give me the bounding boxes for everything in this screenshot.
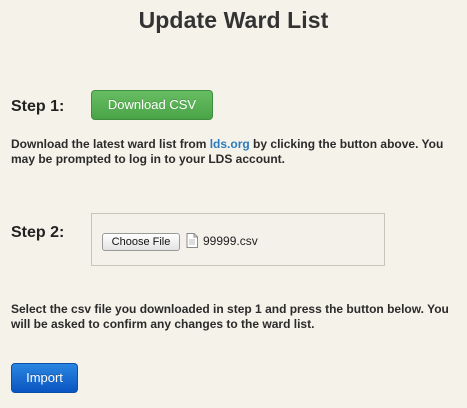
step1-text-before-link: Download the latest ward list from (11, 137, 210, 151)
step1-instructions: Download the latest ward list from lds.o… (11, 137, 461, 167)
download-csv-button[interactable]: Download CSV (91, 90, 213, 120)
step2-label: Step 2: (11, 224, 65, 241)
step1-label: Step 1: (11, 98, 65, 115)
import-instructions: Select the csv file you downloaded in st… (11, 302, 449, 331)
page-title: Update Ward List (138, 7, 329, 33)
selected-file-name: 99999.csv (203, 234, 258, 248)
file-input-panel: Choose File 99999.csv (91, 213, 385, 266)
choose-file-button[interactable]: Choose File (102, 233, 180, 251)
import-button[interactable]: Import (11, 363, 78, 393)
lds-org-link[interactable]: lds.org (210, 137, 250, 151)
document-icon (186, 233, 198, 248)
